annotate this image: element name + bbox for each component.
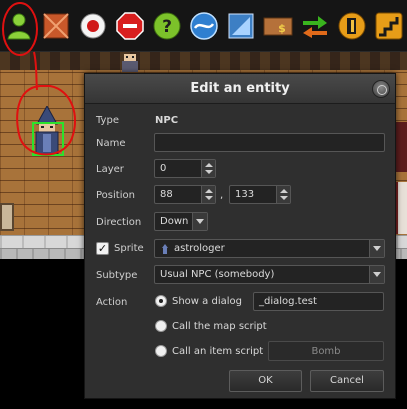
direction-select[interactable]: Down [154, 212, 208, 231]
position-y-value: 133 [235, 189, 255, 200]
show-dialog-label: Show a dialog [172, 296, 242, 307]
selection-box [32, 122, 64, 156]
entity-toolbar: ? $ [0, 0, 407, 52]
teletransporter-icon[interactable] [189, 11, 219, 41]
call-item-script-label: Call an item script [172, 346, 264, 357]
dialog-title: Edit an entity [85, 74, 395, 104]
position-x-spinbox[interactable]: 88 [154, 185, 216, 204]
position-label: Position [96, 190, 135, 201]
layer-spin-arrows[interactable] [201, 160, 215, 177]
position-y-spin-arrows[interactable] [276, 186, 290, 203]
position-x-value: 88 [160, 189, 173, 200]
position-x-spin-arrows[interactable] [201, 186, 215, 203]
edit-entity-dialog: Edit an entity Type NPC Name Layer 0 Pos… [84, 73, 396, 399]
destination-icon[interactable] [78, 11, 108, 41]
layer-value: 0 [160, 163, 167, 174]
switch-arrows-icon[interactable] [300, 11, 330, 41]
position-y-spinbox[interactable]: 133 [229, 185, 291, 204]
dialog-id-input[interactable]: _dialog.test [253, 292, 384, 311]
name-label: Name [96, 138, 126, 149]
close-icon[interactable] [372, 80, 390, 98]
map-block [0, 203, 14, 231]
call-map-script-label: Call the map script [172, 321, 267, 332]
name-input[interactable] [154, 133, 385, 152]
chevron-down-icon [369, 266, 384, 283]
ok-button[interactable]: OK [229, 370, 302, 392]
npc-icon[interactable] [4, 11, 34, 41]
help-icon[interactable]: ? [152, 11, 182, 41]
subtype-value: Usual NPC (somebody) [160, 269, 275, 280]
door-icon[interactable] [337, 11, 367, 41]
sprite-select[interactable]: astrologer [154, 239, 385, 258]
shop-icon[interactable]: $ [263, 11, 293, 41]
stairs-icon[interactable] [374, 11, 404, 41]
item-select[interactable]: Bomb [268, 341, 384, 361]
block-icon[interactable] [41, 11, 71, 41]
chevron-down-icon [369, 240, 384, 257]
direction-value: Down [160, 216, 189, 227]
subtype-label: Subtype [96, 270, 138, 281]
sprite-label: Sprite [114, 243, 144, 254]
position-separator: , [220, 190, 224, 201]
map-decoration [396, 182, 407, 234]
radio-call-item-script[interactable] [155, 345, 167, 357]
layer-label: Layer [96, 164, 124, 175]
map-wall [0, 52, 407, 70]
layer-spinbox[interactable]: 0 [154, 159, 216, 178]
sprite-value: astrologer [174, 243, 225, 254]
stop-icon[interactable] [115, 11, 145, 41]
cancel-button[interactable]: Cancel [310, 370, 384, 392]
radio-show-dialog[interactable] [155, 295, 167, 307]
sprite-checkbox[interactable]: ✓ [96, 242, 109, 255]
direction-label: Direction [96, 217, 142, 228]
type-value: NPC [155, 115, 179, 126]
astrologer-sprite-icon [162, 243, 168, 254]
svg-text:$: $ [278, 22, 286, 35]
action-label: Action [96, 297, 128, 308]
chevron-down-icon [192, 213, 207, 230]
type-label: Type [96, 115, 119, 126]
sensor-icon[interactable] [226, 11, 256, 41]
subtype-select[interactable]: Usual NPC (somebody) [154, 265, 385, 284]
svg-text:?: ? [162, 17, 172, 37]
radio-call-map-script[interactable] [155, 320, 167, 332]
